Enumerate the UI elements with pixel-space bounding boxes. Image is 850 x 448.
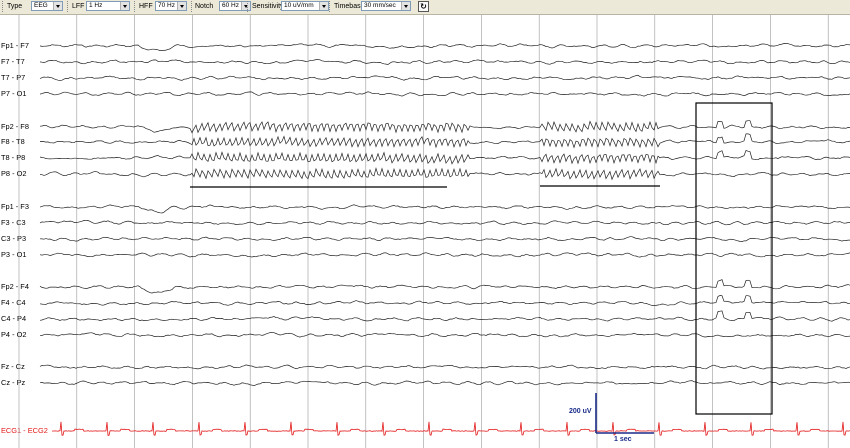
eeg-trace — [39, 120, 850, 134]
eeg-traces — [39, 43, 850, 436]
eeg-trace — [39, 332, 850, 338]
eeg-trace — [39, 295, 850, 306]
refresh-button[interactable]: ↻ — [418, 1, 429, 12]
lff-select[interactable]: 1 Hz — [86, 1, 130, 11]
type-select[interactable]: EEG — [31, 1, 63, 11]
hff-value: 70 Hz — [158, 2, 175, 9]
chevron-down-icon — [319, 2, 328, 10]
lff-label: LFF — [72, 3, 85, 10]
chevron-down-icon — [53, 2, 62, 10]
toolbar-grip — [247, 1, 250, 12]
sensitivity-value: 10 uV/mm — [284, 2, 314, 9]
eeg-trace — [39, 380, 850, 387]
eeg-trace — [39, 252, 850, 258]
timebase-select[interactable]: 30 mm/sec — [361, 1, 411, 11]
toolbar-grip — [329, 1, 332, 12]
timebase-value: 30 mm/sec — [364, 2, 396, 9]
highlight-box — [695, 102, 773, 415]
eeg-trace — [39, 204, 850, 214]
toolbar-grip — [67, 1, 70, 12]
toolbar-grip — [191, 1, 194, 12]
eeg-trace — [39, 236, 850, 242]
eeg-trace — [39, 310, 850, 322]
refresh-icon: ↻ — [420, 2, 427, 11]
eeg-trace — [39, 150, 850, 165]
eeg-trace — [39, 279, 850, 294]
notch-value: 60 Hz — [222, 2, 239, 9]
calibration-amplitude-label: 200 uV — [569, 408, 592, 415]
eeg-trace — [39, 91, 850, 97]
eeg-trace — [39, 133, 850, 149]
eeg-trace — [39, 167, 850, 181]
hff-label: HFF — [139, 3, 153, 10]
eeg-trace — [39, 74, 850, 81]
chevron-down-icon — [177, 2, 186, 10]
calibration-time-label: 1 sec — [614, 436, 632, 443]
eeg-trace — [39, 364, 850, 370]
chevron-down-icon — [120, 2, 129, 10]
eeg-trace — [39, 43, 850, 51]
ecg-trace — [51, 421, 850, 436]
eeg-trace — [39, 59, 850, 65]
sensitivity-label: Sensitivity — [252, 3, 284, 10]
sensitivity-select[interactable]: 10 uV/mm — [281, 1, 329, 11]
timebase-label: Timebase — [334, 3, 365, 10]
lff-value: 1 Hz — [89, 2, 103, 9]
eeg-trace — [39, 220, 850, 226]
eeg-trace-area[interactable] — [0, 15, 850, 448]
toolbar: Type EEG LFF 1 Hz HFF 70 Hz Notch 60 Hz … — [0, 0, 850, 15]
chevron-down-icon — [401, 2, 410, 10]
notch-label: Notch — [195, 3, 214, 10]
type-label: Type — [7, 3, 23, 10]
hff-select[interactable]: 70 Hz — [155, 1, 187, 11]
toolbar-grip — [134, 1, 137, 12]
toolbar-grip — [2, 1, 5, 12]
type-value: EEG — [34, 2, 48, 9]
